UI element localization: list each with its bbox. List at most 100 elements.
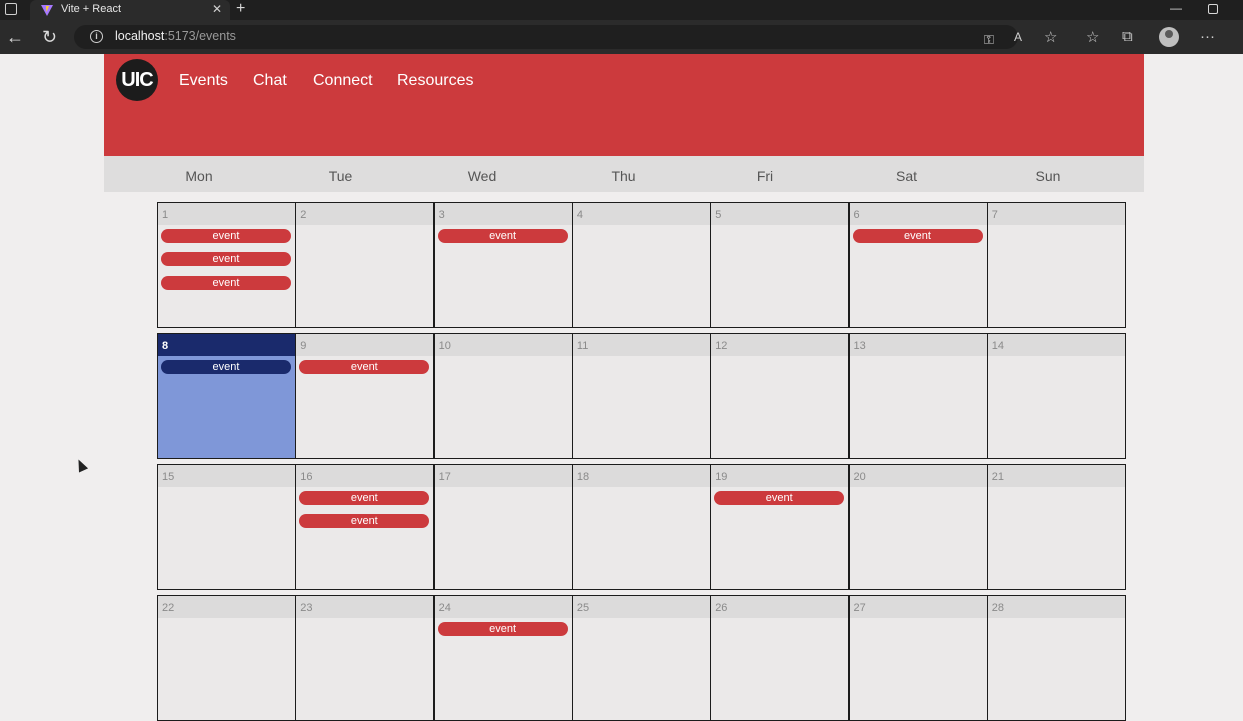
tab-title: Vite + React — [61, 3, 122, 15]
calendar-day[interactable]: 6 event — [848, 202, 988, 328]
calendar-day[interactable]: 11 — [571, 333, 711, 459]
weekday-thu: Thu — [611, 168, 636, 184]
day-number: 17 — [438, 471, 451, 483]
day-header: 26 — [711, 596, 849, 618]
day-header: 12 — [711, 334, 849, 356]
uic-logo[interactable]: UIC — [116, 59, 158, 101]
calendar-day[interactable]: 12 — [710, 333, 850, 459]
collections-icon[interactable]: ⧉ — [1122, 28, 1133, 45]
nav-resources[interactable]: Resources — [397, 72, 473, 90]
day-number: 21 — [991, 471, 1005, 483]
day-number: 18 — [576, 471, 590, 483]
event-pill[interactable]: event — [714, 491, 845, 505]
calendar-day[interactable]: 3 event — [433, 202, 573, 328]
url-text: localhost:5173/events — [115, 29, 236, 43]
calendar-day[interactable]: 23 — [295, 595, 435, 721]
event-pill[interactable]: event — [161, 229, 291, 243]
calendar-day[interactable]: 16 event event — [295, 464, 435, 590]
vite-logo-icon — [41, 5, 53, 16]
event-pill[interactable]: event — [437, 622, 568, 636]
calendar-day[interactable]: 26 — [710, 595, 850, 721]
day-number: 2 — [300, 209, 307, 221]
back-icon[interactable]: ← — [6, 27, 24, 47]
calendar-day[interactable]: 7 — [986, 202, 1126, 328]
day-header: 20 — [849, 465, 987, 487]
browser-tab[interactable]: Vite + React ✕ — [30, 0, 230, 20]
calendar-day[interactable]: 20 — [848, 464, 988, 590]
password-key-icon[interactable]: ⚿ — [984, 32, 994, 48]
day-header: 16 — [296, 465, 434, 487]
more-menu-icon[interactable]: ··· — [1200, 28, 1215, 45]
nav-connect[interactable]: Connect — [313, 72, 373, 90]
day-number: 6 — [853, 209, 860, 221]
day-number: 26 — [715, 602, 728, 614]
weekday-wed: Wed — [467, 168, 497, 184]
event-pill[interactable]: event — [437, 229, 568, 243]
day-header: 22 — [158, 596, 295, 618]
add-favorite-icon[interactable]: ☆ — [1044, 28, 1057, 46]
profile-avatar[interactable] — [1159, 27, 1179, 47]
calendar-day[interactable]: 2 — [295, 202, 435, 328]
calendar-day[interactable]: 18 — [571, 464, 711, 590]
calendar-day[interactable]: 13 — [848, 333, 988, 459]
minimize-icon[interactable]: — — [1170, 1, 1182, 15]
nav-chat[interactable]: Chat — [253, 72, 287, 90]
event-pill[interactable]: event — [161, 360, 291, 374]
event-pill[interactable]: event — [161, 275, 291, 290]
calendar-day[interactable]: 24 event — [433, 595, 573, 721]
calendar-day[interactable]: 22 — [157, 595, 296, 721]
browser-tab-bar: Vite + React ✕ + — — [0, 0, 1243, 20]
calendar-day[interactable]: 10 — [433, 333, 573, 459]
weekday-sat: Sat — [895, 168, 917, 184]
page-content: UIC Events Chat Connect Resources Mon Tue… — [0, 54, 1243, 721]
sidebar-toggle-icon[interactable] — [5, 3, 17, 15]
day-number: 5 — [715, 209, 722, 221]
day-header: 6 — [849, 203, 987, 225]
calendar-day[interactable]: 17 — [433, 464, 573, 590]
calendar-day[interactable]: 14 — [986, 333, 1126, 459]
close-tab-icon[interactable]: ✕ — [212, 2, 222, 16]
day-header: 25 — [572, 596, 710, 618]
site-header: UIC Events Chat Connect Resources — [104, 54, 1144, 156]
weekday-tue: Tue — [328, 168, 353, 184]
calendar-day[interactable]: 25 — [571, 595, 711, 721]
day-number: 24 — [438, 602, 451, 614]
calendar-day[interactable]: 19 event — [710, 464, 850, 590]
day-number: 19 — [715, 471, 728, 483]
calendar-day[interactable]: 1 event event event — [157, 202, 296, 328]
nav-events[interactable]: Events — [179, 72, 228, 90]
favorites-icon[interactable]: ☆ — [1086, 28, 1099, 46]
new-tab-icon[interactable]: + — [236, 0, 245, 18]
day-header: 17 — [434, 465, 572, 487]
day-number: 4 — [576, 209, 584, 221]
read-aloud-icon[interactable]: A — [1014, 30, 1022, 44]
calendar-day[interactable]: 21 — [986, 464, 1126, 590]
address-bar-row: ← ↻ i localhost:5173/events ⚿ A ☆ ☆ ⧉ ··… — [0, 20, 1243, 54]
calendar-day[interactable]: 27 — [848, 595, 988, 721]
refresh-icon[interactable]: ↻ — [42, 27, 57, 47]
calendar-day[interactable]: 15 — [157, 464, 296, 590]
event-pill[interactable]: event — [299, 491, 430, 505]
event-pill[interactable]: event — [299, 360, 430, 374]
restore-window-icon[interactable] — [1208, 4, 1218, 14]
calendar-day[interactable]: 9 event — [295, 333, 435, 459]
day-number: 11 — [576, 340, 589, 352]
day-header: 8 — [158, 334, 295, 356]
url-input[interactable]: i localhost:5173/events ⚿ — [74, 25, 1018, 49]
day-number: 16 — [300, 471, 313, 483]
url-host: localhost — [115, 29, 165, 43]
day-header: 21 — [987, 465, 1125, 487]
day-header: 23 — [296, 596, 434, 618]
calendar-day[interactable]: 5 — [710, 202, 850, 328]
weekday-fri: Fri — [756, 168, 774, 184]
day-header: 19 — [711, 465, 849, 487]
event-pill[interactable]: event — [161, 252, 291, 267]
url-path: :5173/events — [164, 29, 236, 43]
calendar-day-today[interactable]: 8 event — [157, 333, 296, 459]
calendar-day[interactable]: 4 — [571, 202, 711, 328]
event-pill[interactable]: event — [852, 229, 983, 243]
calendar-day[interactable]: 28 — [986, 595, 1126, 721]
event-pill[interactable]: event — [299, 514, 430, 529]
day-header: 3 — [434, 203, 572, 225]
info-icon[interactable]: i — [90, 30, 103, 43]
